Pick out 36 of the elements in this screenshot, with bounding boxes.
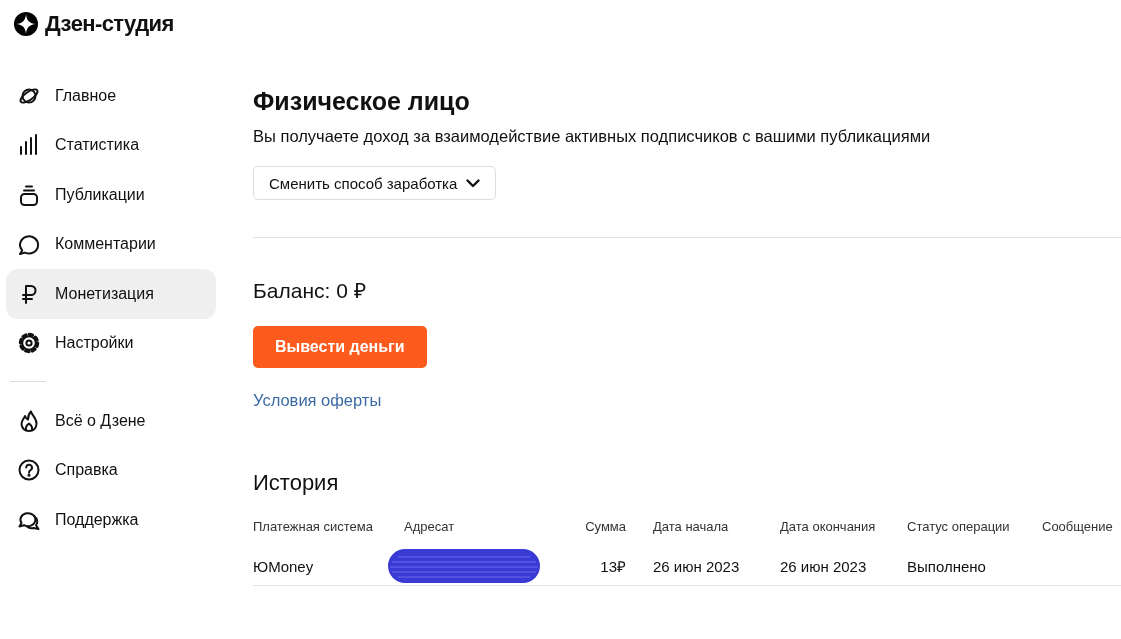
table-cell-text: Выполнено [907, 557, 987, 575]
chevron-down-icon [466, 178, 481, 188]
column-header: Дата начала [652, 518, 730, 534]
column-header: Сообщение [1042, 518, 1114, 534]
help-icon [18, 459, 40, 482]
nav-item[interactable]: Комментарии [6, 219, 216, 269]
nav-item[interactable]: Главное [6, 71, 216, 121]
column-header: Дата окончания [780, 518, 877, 534]
speech-bubble-icon [18, 233, 40, 256]
nav-item[interactable]: Настройки [6, 318, 216, 368]
table-cell-text: ЮMoney [253, 557, 315, 575]
nav-item[interactable]: Статистика [6, 120, 216, 170]
table-cell-text: 26 июн 2023 [780, 557, 868, 575]
nav-item[interactable]: Поддержка [6, 495, 216, 545]
nav-item[interactable]: Справка [6, 445, 216, 495]
nav-item[interactable]: Публикации [6, 170, 216, 220]
nav-item[interactable]: Монетизация [6, 269, 216, 319]
column-header: Сумма [585, 518, 626, 534]
stack-icon [18, 183, 40, 206]
description-text: Вы получаете доход за взаимодействие активных подписчиков с вашими публикациями [253, 126, 931, 147]
column-header: Адресат [404, 518, 456, 534]
offer-link[interactable]: Условия оферты [253, 389, 382, 411]
logo-icon [14, 12, 38, 36]
bar-chart-icon [18, 134, 40, 157]
table-cell-text: 13₽ [600, 557, 626, 576]
settings-icon [18, 332, 40, 355]
column-header: Платежная система [253, 518, 374, 534]
page-title: Физическое лицо [253, 86, 470, 117]
balance-text: Баланс: 0 ₽ [253, 278, 366, 304]
column-header: Статус операции [907, 518, 1011, 534]
nav-item[interactable]: Всё о Дзене [6, 396, 216, 446]
table-cell-text: 26 июн 2023 [652, 557, 741, 575]
brand-name: Дзен-студия [45, 11, 174, 37]
flame-icon [18, 409, 40, 432]
change-method-dropdown[interactable]: Сменить способ заработка [253, 166, 497, 200]
section-title: История [253, 469, 339, 497]
